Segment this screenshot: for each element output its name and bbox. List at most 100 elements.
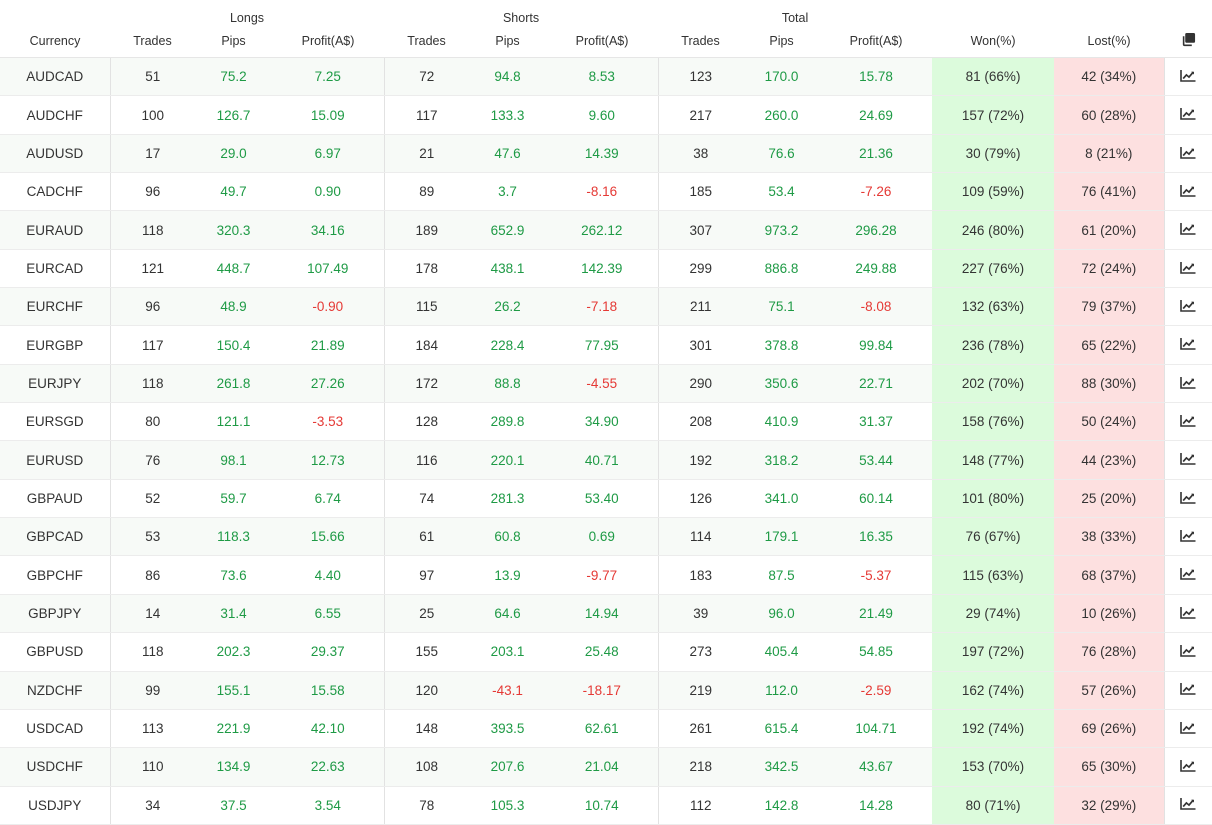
col-short-pips[interactable]: Pips — [469, 25, 547, 58]
chart-button[interactable] — [1163, 671, 1212, 710]
chart-line-icon[interactable] — [1180, 69, 1196, 85]
chart-line-icon[interactable] — [1180, 606, 1196, 622]
col-total-pips[interactable]: Pips — [743, 25, 821, 58]
long-trades-cell: 80 — [109, 402, 195, 442]
chart-button[interactable] — [1163, 479, 1212, 519]
total-pips-cell: 260.0 — [743, 95, 821, 135]
chart-line-icon[interactable] — [1180, 529, 1196, 545]
chart-line-icon[interactable] — [1180, 337, 1196, 353]
col-total-trades[interactable]: Trades — [658, 25, 744, 58]
total-trades-cell: 39 — [657, 594, 744, 634]
group-longs: Longs — [229, 11, 265, 25]
chart-button[interactable] — [1163, 440, 1212, 480]
lost-cell: 69 (26%) — [1054, 709, 1165, 749]
col-long-profit[interactable]: Profit(A$) — [272, 25, 385, 58]
chart-button[interactable] — [1163, 594, 1212, 634]
short-pips-cell: -43.1 — [469, 671, 547, 710]
chart-line-icon[interactable] — [1180, 567, 1196, 583]
col-short-profit[interactable]: Profit(A$) — [546, 25, 659, 58]
col-lost[interactable]: Lost(%) — [1054, 25, 1165, 58]
chart-button[interactable] — [1163, 517, 1212, 557]
long-pips-cell: 320.3 — [195, 210, 272, 250]
short-trades-cell: 115 — [383, 287, 470, 327]
chart-button[interactable] — [1163, 210, 1212, 250]
chart-line-icon[interactable] — [1180, 797, 1196, 813]
lost-cell: 44 (23%) — [1054, 440, 1165, 480]
short-pips-cell: 289.8 — [469, 402, 547, 442]
chart-button[interactable] — [1163, 249, 1212, 289]
chart-line-icon[interactable] — [1180, 452, 1196, 468]
chart-button[interactable] — [1163, 364, 1212, 404]
lost-cell: 42 (34%) — [1054, 57, 1165, 97]
currency-cell: GBPCHF — [0, 555, 110, 595]
lost-cell: 25 (20%) — [1054, 479, 1165, 519]
chart-line-icon[interactable] — [1180, 759, 1196, 775]
col-total-profit[interactable]: Profit(A$) — [820, 25, 933, 58]
long-pips-cell: 49.7 — [195, 172, 272, 212]
chart-line-icon[interactable] — [1180, 644, 1196, 660]
short-pips-cell: 47.6 — [469, 134, 547, 174]
won-cell: 132 (63%) — [932, 287, 1055, 327]
chart-line-icon[interactable] — [1180, 376, 1196, 392]
col-short-trades[interactable]: Trades — [384, 25, 470, 58]
short-profit-cell: 14.39 — [546, 134, 659, 174]
col-won[interactable]: Won(%) — [932, 25, 1055, 58]
short-pips-cell: 94.8 — [469, 57, 547, 97]
short-profit-cell: -7.18 — [546, 287, 659, 327]
long-trades-cell: 53 — [109, 517, 195, 557]
chart-line-icon[interactable] — [1180, 299, 1196, 315]
chart-button[interactable] — [1163, 287, 1212, 327]
chart-button[interactable] — [1163, 57, 1212, 97]
copy-button[interactable] — [1164, 25, 1212, 58]
total-pips-cell: 615.4 — [743, 709, 821, 749]
chart-line-icon[interactable] — [1180, 682, 1196, 698]
chart-button[interactable] — [1163, 555, 1212, 595]
chart-button[interactable] — [1163, 95, 1212, 135]
col-long-pips[interactable]: Pips — [195, 25, 272, 58]
total-pips-cell: 179.1 — [743, 517, 821, 557]
group-total: Total — [781, 11, 809, 25]
table-row: GBPCAD 53 118.3 15.66 61 60.8 0.69 114 1… — [0, 517, 1212, 557]
chart-line-icon[interactable] — [1180, 261, 1196, 277]
col-long-trades[interactable]: Trades — [110, 25, 195, 58]
chart-button[interactable] — [1163, 747, 1212, 787]
total-pips-cell: 378.8 — [743, 325, 821, 365]
long-trades-cell: 52 — [109, 479, 195, 519]
chart-line-icon[interactable] — [1180, 222, 1196, 238]
chart-line-icon[interactable] — [1180, 491, 1196, 507]
total-profit-cell: 15.78 — [820, 57, 933, 97]
long-trades-cell: 118 — [109, 632, 195, 672]
short-trades-cell: 184 — [383, 325, 470, 365]
lost-cell: 38 (33%) — [1054, 517, 1165, 557]
long-pips-cell: 448.7 — [195, 249, 272, 289]
chart-button[interactable] — [1163, 402, 1212, 442]
short-trades-cell: 189 — [383, 210, 470, 250]
long-profit-cell: 27.26 — [272, 364, 385, 404]
total-trades-cell: 299 — [657, 249, 744, 289]
short-pips-cell: 438.1 — [469, 249, 547, 289]
short-pips-cell: 26.2 — [469, 287, 547, 327]
chart-button[interactable] — [1163, 134, 1212, 174]
copy-icon[interactable] — [1181, 32, 1196, 50]
chart-button[interactable] — [1163, 709, 1212, 749]
chart-button[interactable] — [1163, 786, 1212, 825]
chart-button[interactable] — [1163, 632, 1212, 672]
group-shorts: Shorts — [502, 11, 540, 25]
currency-cell: EURCAD — [0, 249, 110, 289]
total-pips-cell: 142.8 — [743, 786, 821, 825]
long-pips-cell: 73.6 — [195, 555, 272, 595]
table-row: GBPCHF 86 73.6 4.40 97 13.9 -9.77 183 87… — [0, 555, 1212, 595]
chart-line-icon[interactable] — [1180, 107, 1196, 123]
chart-button[interactable] — [1163, 325, 1212, 365]
col-currency[interactable]: Currency — [0, 25, 110, 58]
short-pips-cell: 64.6 — [469, 594, 547, 634]
long-trades-cell: 117 — [109, 325, 195, 365]
chart-line-icon[interactable] — [1180, 414, 1196, 430]
chart-line-icon[interactable] — [1180, 146, 1196, 162]
long-trades-cell: 96 — [109, 172, 195, 212]
chart-button[interactable] — [1163, 172, 1212, 212]
chart-line-icon[interactable] — [1180, 184, 1196, 200]
total-pips-cell: 405.4 — [743, 632, 821, 672]
short-profit-cell: 9.60 — [546, 95, 659, 135]
chart-line-icon[interactable] — [1180, 721, 1196, 737]
